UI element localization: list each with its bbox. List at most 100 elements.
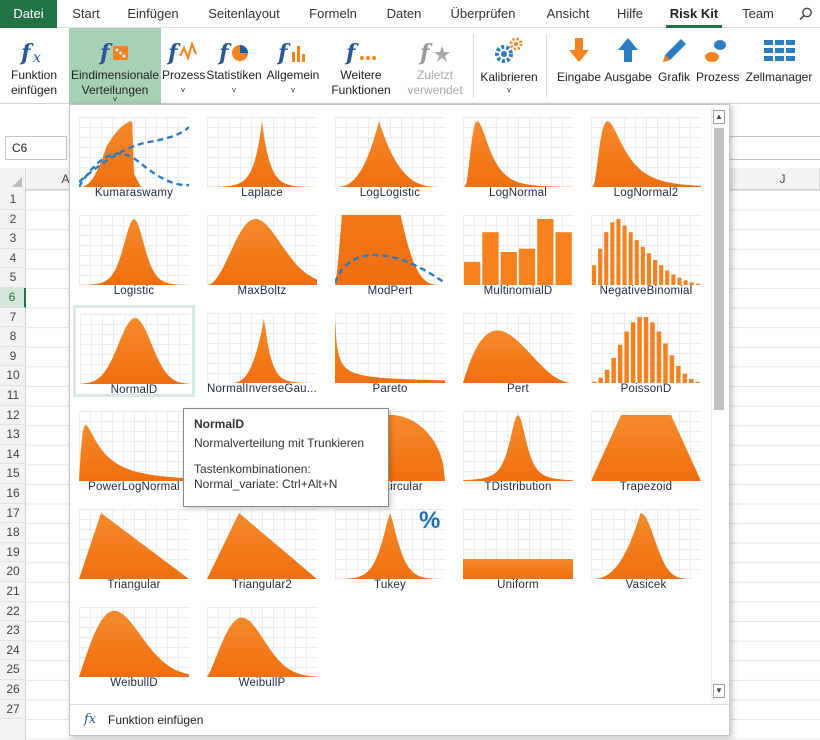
row-header-26[interactable]: 26 — [0, 680, 26, 700]
tab-datei[interactable]: Datei — [0, 0, 57, 28]
column-header-j[interactable]: J — [746, 168, 820, 190]
distribution-item-weibulld[interactable]: WeibullD — [73, 599, 195, 691]
row-header-23[interactable]: 23 — [0, 621, 26, 641]
row-header-27[interactable]: 27 — [0, 700, 26, 720]
distribution-label: Triangular — [107, 579, 161, 591]
row-header-25[interactable]: 25 — [0, 660, 26, 680]
recently-used-button[interactable]: f Zuletzt verwendet — [400, 28, 470, 104]
row-header-14[interactable]: 14 — [0, 445, 26, 465]
distribution-thumbnail-nig — [207, 313, 317, 383]
row-header-2[interactable]: 2 — [0, 210, 26, 230]
svg-text:f: f — [217, 40, 232, 66]
distribution-item-trapezoid[interactable]: Trapezoid — [585, 403, 707, 495]
row-headers: 1 2 3 4 5 6 7 8 9 10 11 12 13 14 15 16 17 18 19 20 21 22 23 24 2… — [0, 190, 26, 740]
tab-risk-kit[interactable]: Risk Kit — [666, 0, 722, 28]
row-header-6[interactable]: 6 — [0, 288, 26, 308]
distribution-item-triangular[interactable]: Triangular — [73, 501, 195, 593]
tab-team[interactable]: Team — [735, 0, 781, 28]
gallery-scrollbar[interactable]: ▲ ▼ — [711, 108, 725, 698]
distribution-item-lognormal[interactable]: LogNormal — [457, 109, 579, 201]
row-header-12[interactable]: 12 — [0, 406, 26, 426]
chart-button[interactable]: Grafik — [654, 28, 694, 104]
scroll-thumb[interactable] — [714, 128, 724, 410]
formula-bar[interactable] — [730, 136, 820, 160]
tab-daten[interactable]: Daten — [379, 0, 429, 28]
row-header-22[interactable]: 22 — [0, 602, 26, 622]
cell-manager-button[interactable]: Zellmanager — [740, 28, 818, 104]
scroll-down-arrow-icon[interactable]: ▼ — [713, 684, 725, 698]
row-header-20[interactable]: 20 — [0, 562, 26, 582]
svg-text:f: f — [166, 40, 181, 66]
distribution-label: Vasicek — [625, 579, 667, 591]
chevron-down-icon: ˅ — [231, 86, 237, 95]
input-button[interactable]: Eingabe — [556, 28, 602, 104]
tab-ansicht[interactable]: Ansicht — [538, 0, 598, 28]
select-all-corner[interactable] — [0, 168, 26, 190]
statistics-button[interactable]: f Statistiken ˅ — [206, 28, 262, 104]
gallery-footer-insert-function[interactable]: fx Funktion einfügen — [70, 704, 729, 734]
tab-start[interactable]: Start — [66, 0, 106, 28]
distribution-item-maxboltz[interactable]: MaxBoltz — [201, 207, 323, 299]
distribution-item-uniform[interactable]: Uniform — [457, 501, 579, 593]
distribution-item-tdistribution[interactable]: TDistribution — [457, 403, 579, 495]
distribution-item-modpert[interactable]: ModPert — [329, 207, 451, 299]
distribution-thumbnail-laplace — [207, 117, 317, 187]
row-header-17[interactable]: 17 — [0, 504, 26, 524]
distribution-item-weibullp[interactable]: WeibullP — [201, 599, 323, 691]
row-header-11[interactable]: 11 — [0, 386, 26, 406]
row-header-3[interactable]: 3 — [0, 229, 26, 249]
insert-function-link[interactable]: Funktion einfügen — [108, 713, 203, 727]
distribution-item-laplace[interactable]: Laplace — [201, 109, 323, 201]
distribution-item-normalinversegau[interactable]: NormalInverseGau... — [201, 305, 323, 397]
distribution-item-vasicek[interactable]: Vasicek — [585, 501, 707, 593]
row-header-21[interactable]: 21 — [0, 582, 26, 602]
row-header-10[interactable]: 10 — [0, 366, 26, 386]
row-header-7[interactable]: 7 — [0, 308, 26, 328]
search-icon[interactable] — [796, 0, 816, 28]
tab-formeln[interactable]: Formeln — [302, 0, 364, 28]
distribution-item-poissond[interactable]: PoissonD — [585, 305, 707, 397]
distribution-thumbnail-lognormal2 — [591, 117, 701, 187]
row-header-16[interactable]: 16 — [0, 484, 26, 504]
tooltip-title: NormalD — [194, 417, 245, 431]
more-functions-button[interactable]: f Weitere Funktionen — [324, 28, 398, 104]
row-header-1[interactable]: 1 — [0, 190, 26, 210]
distribution-label: Tukey — [374, 579, 406, 591]
row-header-18[interactable]: 18 — [0, 523, 26, 543]
distribution-item-kumaraswamy[interactable]: Kumaraswamy — [73, 109, 195, 201]
calibrate-button[interactable]: Kalibrieren ˅ — [476, 28, 542, 104]
tab-seitenlayout[interactable]: Seitenlayout — [201, 0, 287, 28]
row-header-15[interactable]: 15 — [0, 464, 26, 484]
distribution-item-pert[interactable]: Pert — [457, 305, 579, 397]
tab-einfuegen[interactable]: Einfügen — [120, 0, 186, 28]
name-box[interactable]: C6 — [5, 136, 67, 160]
row-header-19[interactable]: 19 — [0, 543, 26, 563]
general-button[interactable]: f Allgemein ˅ — [264, 28, 322, 104]
process-button[interactable]: f Prozess ˅ — [162, 28, 205, 104]
menu-bar: Datei Start Einfügen Seitenlayout Formel… — [0, 0, 820, 28]
star-icon: f — [418, 34, 452, 68]
insert-function-button[interactable]: fx Funktion einfügen — [2, 28, 66, 104]
scroll-up-arrow-icon[interactable]: ▲ — [713, 110, 725, 124]
distribution-item-multinomiald[interactable]: MultinomialD — [457, 207, 579, 299]
process-view-button[interactable]: Prozess — [696, 28, 739, 104]
row-header-24[interactable]: 24 — [0, 641, 26, 661]
distribution-item-lognormal2[interactable]: LogNormal2 — [585, 109, 707, 201]
tab-hilfe[interactable]: Hilfe — [610, 0, 650, 28]
univariate-distributions-button[interactable]: f Eindimensionale Verteilungen ˅ — [69, 28, 161, 104]
distribution-item-triangular2[interactable]: Triangular2 — [201, 501, 323, 593]
row-header-13[interactable]: 13 — [0, 425, 26, 445]
row-header-9[interactable]: 9 — [0, 347, 26, 367]
distribution-label: NegativeBinomial — [599, 285, 693, 297]
distribution-item-normald[interactable]: NormalD — [73, 305, 195, 397]
row-header-5[interactable]: 5 — [0, 268, 26, 288]
distribution-item-pareto[interactable]: Pareto — [329, 305, 451, 397]
tab-ueberpruefen[interactable]: Überprüfen — [443, 0, 523, 28]
output-button[interactable]: Ausgabe — [604, 28, 652, 104]
distribution-item-loglogistic[interactable]: LogLogistic — [329, 109, 451, 201]
distribution-item-logistic[interactable]: Logistic — [73, 207, 195, 299]
distribution-item-negativebinomial[interactable]: NegativeBinomial — [585, 207, 707, 299]
distribution-item-powerlognormal[interactable]: PowerLogNormal — [73, 403, 195, 495]
row-header-4[interactable]: 4 — [0, 249, 26, 269]
row-header-8[interactable]: 8 — [0, 327, 26, 347]
